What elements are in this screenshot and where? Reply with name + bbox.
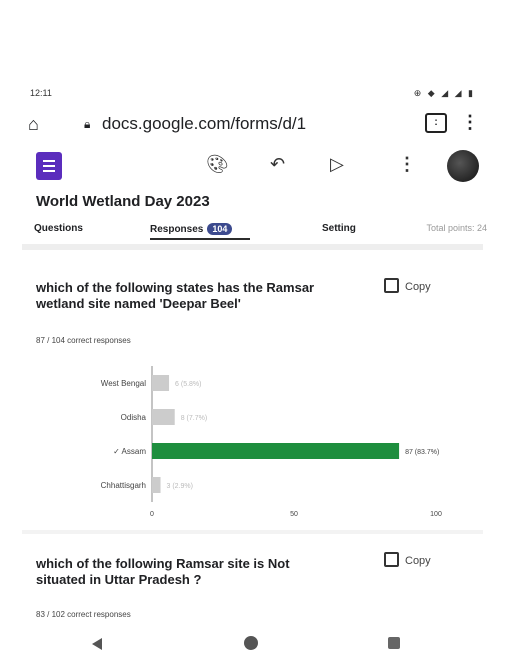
- google-forms-icon[interactable]: [36, 152, 62, 180]
- copy-chart-button-2[interactable]: Copy: [384, 552, 431, 567]
- category-label: West Bengal: [101, 379, 146, 388]
- bar: [152, 409, 175, 425]
- more-options-icon[interactable]: ⋮: [398, 154, 416, 175]
- form-title: World Wetland Day 2023: [36, 193, 210, 210]
- back-icon[interactable]: [92, 638, 102, 650]
- lock-icon: 🔒︎: [84, 117, 91, 131]
- browser-menu-icon[interactable]: ⋮: [461, 112, 479, 133]
- send-icon[interactable]: ▷: [330, 154, 344, 175]
- tab-responses[interactable]: Responses 104: [150, 223, 233, 235]
- data-label: 3 (2.9%): [167, 483, 193, 490]
- status-bar: 12:11 ⊕ ◆ ◢ ◢ ▮: [30, 86, 475, 102]
- question-1-chart: West Bengal 6 (5.8%) Odisha 8 (7.7%) ✓ Assam…: [44, 360, 494, 520]
- question-2-correct-count: 83 / 102 correct responses: [36, 610, 131, 619]
- question-2-text: which of the following Ramsar site is No…: [36, 556, 290, 587]
- bar: [152, 375, 170, 391]
- copy-chart-button[interactable]: Copy: [384, 278, 431, 293]
- category-label: ✓ Assam: [113, 447, 146, 456]
- copy-icon: [384, 278, 399, 293]
- tab-settings[interactable]: Setting: [322, 223, 356, 234]
- question-1-text: which of the following states has the Ra…: [36, 280, 315, 311]
- home-icon[interactable]: ⌂: [28, 114, 39, 135]
- url-text[interactable]: docs.google.com/forms/d/1: [102, 114, 306, 134]
- active-tab-indicator: [150, 238, 250, 240]
- tick-label: 100: [430, 511, 442, 518]
- section-divider: [22, 244, 483, 250]
- home-button-icon[interactable]: [244, 636, 258, 650]
- avatar[interactable]: [447, 150, 479, 182]
- bar: [152, 477, 161, 493]
- palette-icon[interactable]: 🎨︎: [206, 154, 229, 175]
- data-label: 8 (7.7%): [181, 415, 207, 422]
- undo-icon[interactable]: ↶: [270, 154, 285, 175]
- recents-icon[interactable]: [388, 637, 400, 649]
- android-nav-bar: [0, 626, 505, 664]
- copy-icon: [384, 552, 399, 567]
- form-tabs: Questions Responses 104 Setting Total poi…: [34, 220, 487, 240]
- status-time: 12:11: [30, 88, 52, 98]
- total-points: Total points: 24: [426, 223, 487, 233]
- data-label: 87 (83.7%): [405, 449, 439, 456]
- data-label: 6 (5.8%): [175, 381, 201, 388]
- responses-count-badge: 104: [207, 223, 233, 235]
- section-divider-2: [22, 530, 483, 534]
- bar: [152, 443, 400, 459]
- browser-url-bar: ⌂ 🔒︎ docs.google.com/forms/d/1 : ⋮: [22, 110, 483, 138]
- tick-label: 0: [150, 511, 154, 518]
- tab-switcher-icon[interactable]: :: [425, 113, 447, 133]
- tab-questions[interactable]: Questions: [34, 223, 83, 234]
- category-label: Odisha: [121, 413, 147, 422]
- question-1-correct-count: 87 / 104 correct responses: [36, 336, 131, 345]
- bar-chart: West Bengal 6 (5.8%) Odisha 8 (7.7%) ✓ Assam…: [101, 366, 442, 518]
- tick-label: 50: [290, 511, 298, 518]
- forms-toolbar: 🎨︎ ↶ ▷ ⋮: [30, 150, 479, 184]
- category-label: Chhattisgarh: [101, 481, 146, 490]
- status-icons: ⊕ ◆ ◢ ◢ ▮: [413, 88, 475, 98]
